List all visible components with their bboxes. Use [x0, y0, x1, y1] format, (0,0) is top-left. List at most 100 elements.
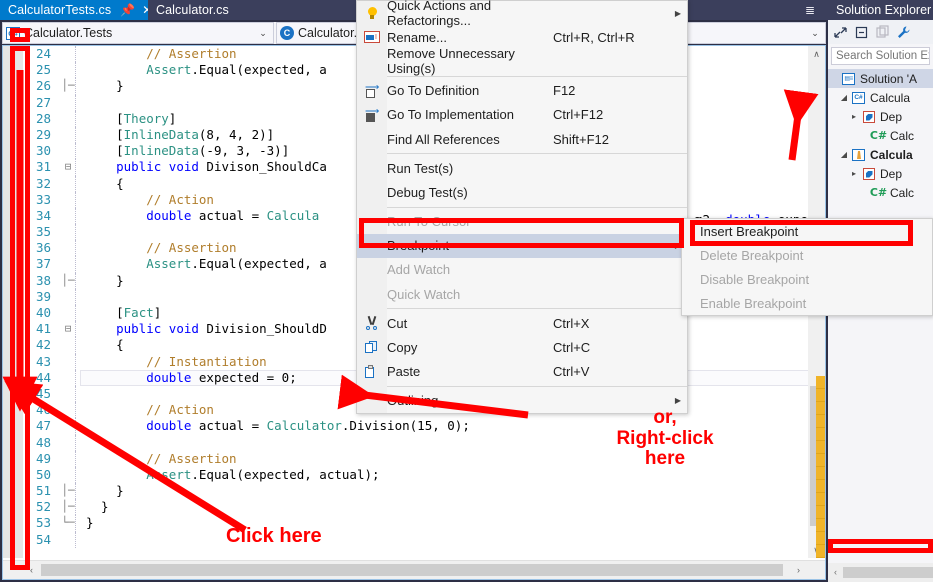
menu-item-label: Go To Definition: [387, 83, 553, 98]
collapse-all-icon[interactable]: [833, 25, 848, 40]
code-folding-marker[interactable]: │─: [61, 78, 75, 94]
menu-separator: [387, 386, 687, 387]
scroll-right-icon[interactable]: ›: [790, 561, 807, 579]
rename-icon: I: [364, 31, 380, 43]
menu-item-label: Add Watch: [387, 262, 553, 277]
solution-tree-node[interactable]: ▸Dep: [828, 164, 933, 183]
pin-icon[interactable]: 📌: [120, 4, 135, 16]
code-folding-marker[interactable]: │─: [61, 499, 75, 515]
hscrollbar-thumb[interactable]: [843, 567, 933, 578]
chevron-down-icon: ⌄: [256, 28, 270, 39]
menu-item-debug-test-s[interactable]: Debug Test(s): [357, 180, 687, 204]
menu-item-shortcut: Ctrl+C: [553, 340, 669, 355]
code-folding-marker[interactable]: ⊟: [61, 159, 75, 175]
submenu-item-label: Delete Breakpoint: [700, 248, 932, 263]
scroll-left-icon[interactable]: ‹: [828, 563, 843, 582]
indent-guide: [75, 208, 76, 224]
solution-icon: ▤≡: [840, 73, 857, 85]
test-project-icon: [850, 149, 867, 161]
paste-icon: [365, 365, 379, 379]
submenu-arrow-icon: ▶: [669, 396, 687, 405]
code-line-text: // Action: [86, 402, 214, 418]
code-line-text: [InlineData(-9, 3, -3)]: [86, 143, 289, 159]
expander-icon[interactable]: ▸: [848, 112, 860, 121]
menu-item-label: Run Test(s): [387, 161, 553, 176]
code-line[interactable]: 53└─}: [23, 515, 825, 531]
indent-guide: [75, 62, 76, 78]
chevron-double-down-icon[interactable]: ≣: [802, 2, 818, 18]
code-line[interactable]: 52│─ }: [23, 499, 825, 515]
code-folding-marker[interactable]: └─: [61, 515, 75, 531]
indent-guide: [75, 159, 76, 175]
expander-icon[interactable]: ▸: [848, 169, 860, 178]
paste-icon: [357, 365, 387, 379]
expander-icon[interactable]: ◢: [838, 93, 850, 102]
code-line-text: // Assertion: [86, 240, 237, 256]
code-folding-marker[interactable]: │─: [61, 273, 75, 289]
solution-tree-node-label: Calcula: [870, 91, 910, 105]
menu-item-copy[interactable]: CopyCtrl+C: [357, 335, 687, 359]
properties-pages-icon[interactable]: [875, 25, 890, 40]
expander-icon[interactable]: ◢: [838, 150, 850, 159]
project-dropdown[interactable]: C# Calculator.Tests ⌄: [2, 22, 274, 44]
solution-tree-node[interactable]: ◢C#Calcula: [828, 88, 933, 107]
code-line-text: }: [86, 273, 124, 289]
menu-item-paste[interactable]: PasteCtrl+V: [357, 360, 687, 384]
search-solution-explorer-input[interactable]: Search Solution Ex: [831, 47, 930, 65]
menu-item-go-to-implementation[interactable]: ⟶Go To ImplementationCtrl+F12: [357, 103, 687, 127]
code-line-text: }: [86, 499, 109, 515]
indent-guide: [75, 499, 76, 515]
code-folding-marker[interactable]: ⊟: [61, 321, 75, 337]
menu-item-quick-actions-and-refactorings[interactable]: Quick Actions and Refactorings...▶: [357, 1, 687, 25]
code-folding-marker[interactable]: │─: [61, 483, 75, 499]
hscrollbar-thumb[interactable]: [41, 564, 783, 576]
indent-guide: [75, 354, 76, 370]
solution-tree-node[interactable]: ▤≡Solution 'A: [828, 69, 933, 88]
menu-item-shortcut: Shift+F12: [553, 132, 669, 147]
tab-calculator[interactable]: Calculator.cs: [148, 0, 237, 20]
indent-guide: [75, 95, 76, 111]
cut-icon: [357, 316, 387, 330]
csharp-file-icon: C#: [870, 186, 887, 199]
code-line-text: Assert.Equal(expected, a: [86, 62, 327, 78]
menu-item-go-to-definition[interactable]: ⟶Go To DefinitionF12: [357, 79, 687, 103]
dependencies-icon: [863, 168, 875, 180]
solution-explorer-hscrollbar[interactable]: ‹: [828, 563, 933, 582]
menu-item-quick-watch: Quick Watch: [357, 282, 687, 306]
solution-explorer-toolbar: [828, 20, 933, 44]
rename-icon: I: [357, 31, 387, 43]
solution-tree-node[interactable]: ◢Calcula: [828, 145, 933, 164]
csharp-project-icon: C#: [850, 92, 867, 104]
code-line-text: public void Divison_ShouldCa: [86, 159, 327, 175]
code-line-text: {: [86, 176, 124, 192]
code-line-text: [InlineData(8, 4, 2)]: [86, 127, 274, 143]
solution-tree-node[interactable]: C#Calc: [828, 126, 933, 145]
submenu-item-disable-breakpoint: Disable Breakpoint: [682, 267, 932, 291]
lightbulb-icon: [357, 7, 387, 19]
editor-context-menu[interactable]: Quick Actions and Refactorings...▶IRenam…: [356, 0, 688, 414]
menu-item-run-test-s[interactable]: Run Test(s): [357, 156, 687, 180]
wrench-icon[interactable]: [896, 25, 911, 40]
menu-item-find-all-references[interactable]: Find All ReferencesShift+F12: [357, 127, 687, 151]
menu-item-remove-unnecessary-using-s[interactable]: Remove Unnecessary Using(s): [357, 49, 687, 73]
indent-guide: [75, 305, 76, 321]
show-all-files-icon[interactable]: [854, 25, 869, 40]
submenu-item-enable-breakpoint: Enable Breakpoint: [682, 291, 932, 315]
code-line-text: double expected = 0;: [86, 370, 297, 386]
code-line[interactable]: 54: [23, 532, 825, 548]
solution-tree-node[interactable]: ▸Dep: [828, 107, 933, 126]
menu-item-label: Find All References: [387, 132, 553, 147]
code-line[interactable]: 51│─ }: [23, 483, 825, 499]
menu-item-cut[interactable]: CutCtrl+X: [357, 311, 687, 335]
submenu-item-delete-breakpoint: Delete Breakpoint: [682, 243, 932, 267]
editor-horizontal-scrollbar[interactable]: ‹ ›: [3, 560, 825, 579]
solution-tree[interactable]: ▤≡Solution 'A◢C#Calcula▸DepC#Calc◢Calcul…: [828, 67, 933, 202]
solution-tree-node-label: Calc: [890, 129, 914, 143]
solution-tree-node[interactable]: C#Calc: [828, 183, 933, 202]
submenu-arrow-icon: ▶: [669, 9, 687, 18]
indent-guide: [75, 192, 76, 208]
tab-calculator-tests[interactable]: CalculatorTests.cs 📌 ✕: [0, 0, 158, 20]
scroll-up-icon[interactable]: ∧: [808, 46, 825, 62]
annotation-gutter-box: [10, 46, 30, 570]
annotation-breakpoint-item-box: [359, 218, 684, 248]
